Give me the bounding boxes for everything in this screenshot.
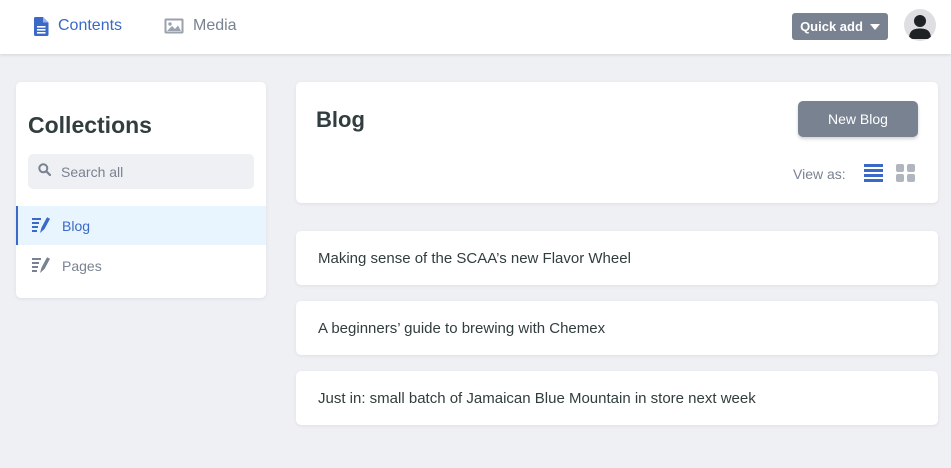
list-item[interactable]: A beginners’ guide to brewing with Cheme… — [296, 301, 938, 355]
image-icon — [164, 18, 184, 34]
quick-add-label: Quick add — [800, 19, 863, 34]
search-box[interactable] — [28, 154, 254, 189]
search-icon — [38, 162, 52, 181]
grid-icon — [896, 164, 915, 182]
sidebar-item-blog[interactable]: Blog — [16, 206, 266, 245]
sidebar-title: Collections — [28, 112, 152, 138]
top-bar: Contents Media Quick add — [0, 0, 951, 54]
search-input[interactable] — [61, 163, 241, 180]
document-icon — [33, 16, 49, 36]
caret-down-icon — [869, 24, 880, 30]
new-blog-button[interactable]: New Blog — [798, 101, 918, 137]
page-title: Blog — [316, 107, 365, 132]
list-item[interactable]: Making sense of the SCAA’s new Flavor Wh… — [296, 231, 938, 285]
edit-list-icon — [32, 216, 51, 236]
view-as-label: View as: — [793, 166, 846, 182]
sidebar-item-label: Pages — [62, 257, 102, 274]
sidebar-item-pages[interactable]: Pages — [16, 246, 266, 285]
tab-media-label: Media — [193, 17, 237, 34]
sidebar-item-label: Blog — [62, 217, 91, 234]
tab-contents[interactable]: Contents — [33, 0, 122, 52]
tab-contents-label: Contents — [58, 17, 123, 34]
quick-add-button[interactable]: Quick add — [792, 13, 888, 40]
grid-view-button[interactable] — [896, 163, 916, 183]
collection-header: Blog New Blog View as: — [296, 82, 938, 203]
tab-media[interactable]: Media — [164, 0, 237, 52]
avatar[interactable] — [904, 9, 936, 41]
collections-sidebar: Collections Blog — [16, 82, 266, 298]
edit-list-icon — [32, 256, 51, 276]
list-view-button[interactable] — [864, 163, 884, 183]
list-icon — [864, 164, 883, 182]
list-item[interactable]: Just in: small batch of Jamaican Blue Mo… — [296, 371, 938, 425]
user-icon — [909, 15, 931, 39]
